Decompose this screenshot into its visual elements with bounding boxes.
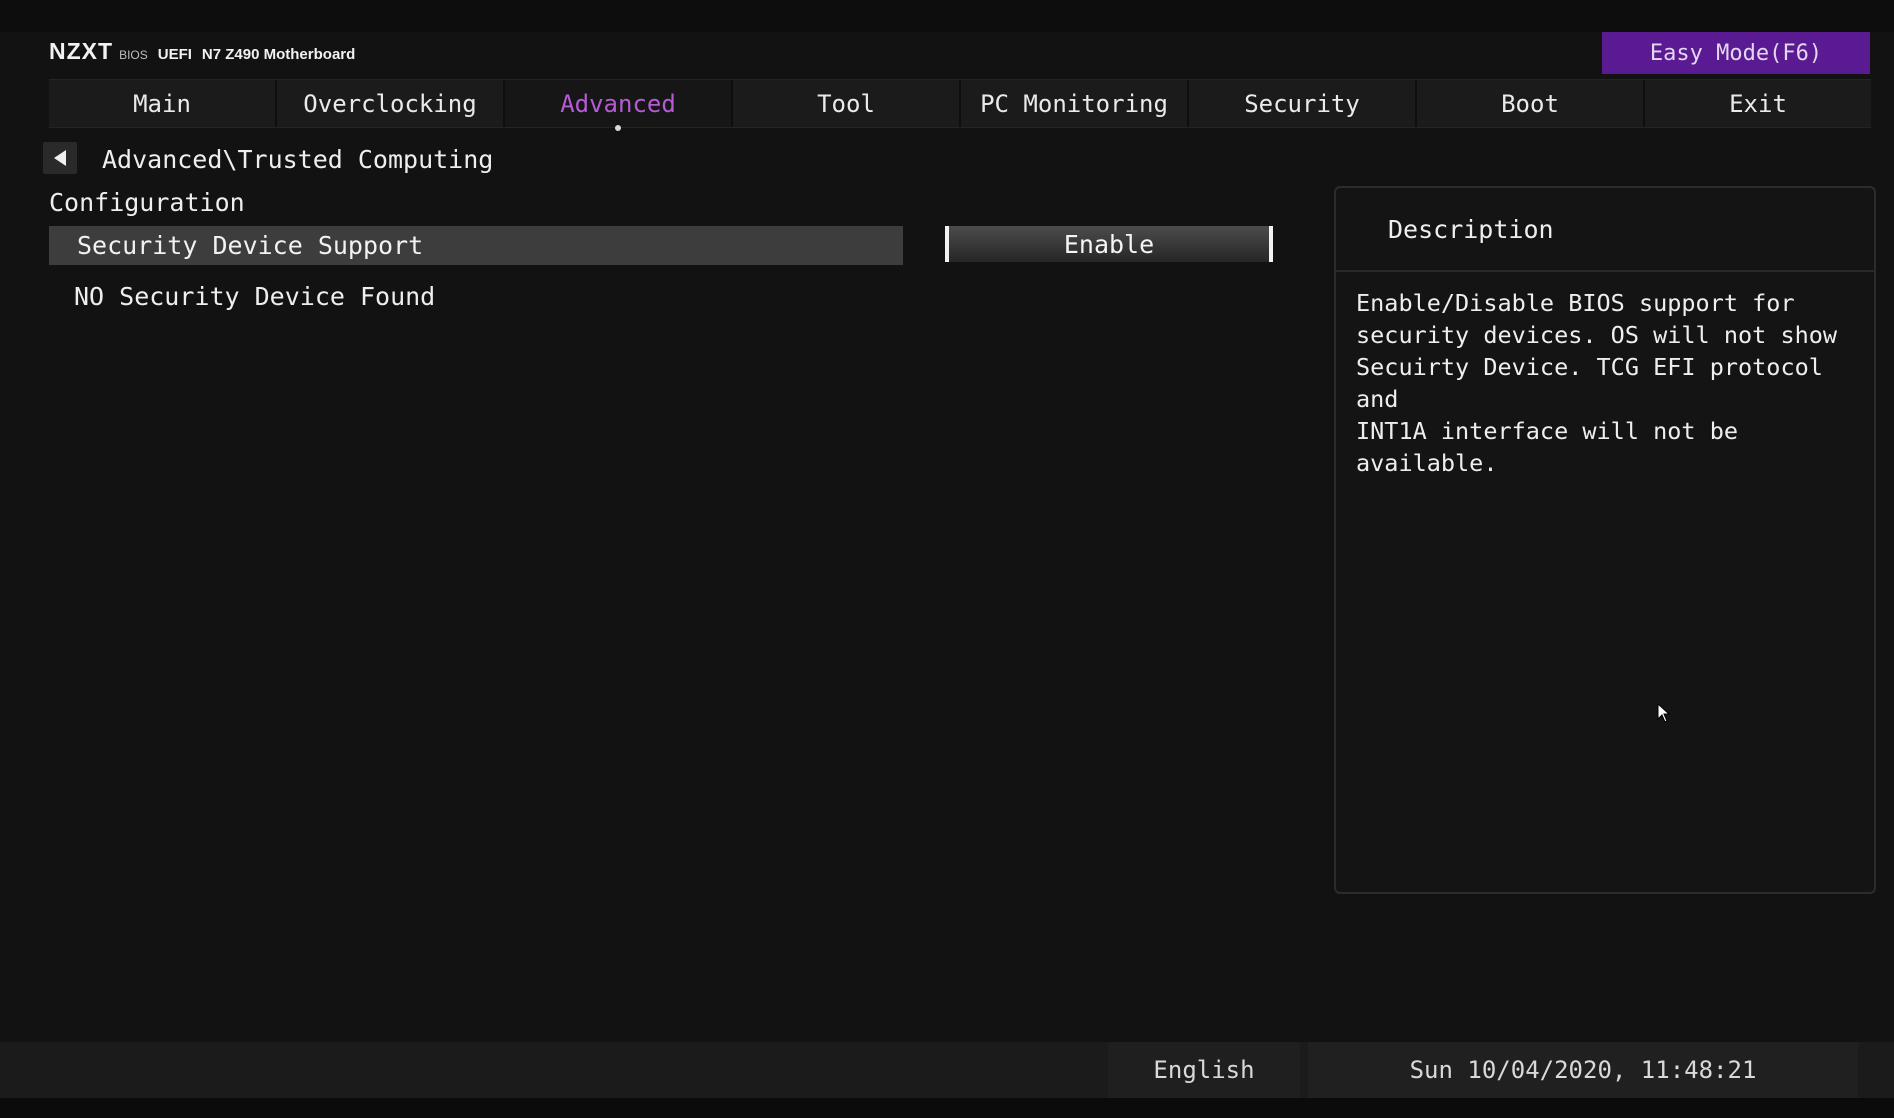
brand-uefi: UEFI [157,46,192,63]
bios-screen: NZXT BIOS UEFI N7 Z490 Motherboard Easy … [0,0,1894,1118]
info-line: NO Security Device Found [74,281,436,311]
description-body: Enable/Disable BIOS support for security… [1356,289,1838,477]
tab-label: Overclocking [303,89,477,118]
tab-label: Main [133,89,191,118]
language-selector[interactable]: English [1108,1042,1300,1098]
tab-label: PC Monitoring [980,89,1168,118]
setting-label: Security Device Support [77,231,424,260]
description-panel: Description Enable/Disable BIOS support … [1334,186,1876,894]
triangle-left-icon [53,149,67,167]
section-heading: Configuration [49,187,245,217]
tab-tool[interactable]: Tool [733,80,961,127]
datetime-display: Sun 10/04/2020, 11:48:21 [1308,1042,1858,1098]
tab-main[interactable]: Main [49,80,277,127]
description-title-bar: Description [1336,188,1874,272]
brand-model: N7 Z490 Motherboard [201,46,356,63]
tab-overclocking[interactable]: Overclocking [277,80,505,127]
breadcrumb: Advanced\Trusted Computing [102,144,494,174]
tab-pc-monitoring[interactable]: PC Monitoring [961,80,1189,127]
brand: NZXT BIOS UEFI N7 Z490 Motherboard [49,38,355,66]
setting-row-security-device-support[interactable]: Security Device Support [49,226,903,265]
easy-mode-button[interactable]: Easy Mode(F6) [1602,32,1870,74]
description-title: Description [1388,214,1554,244]
tab-label: Advanced [560,89,676,118]
mouse-pointer-icon [1657,702,1671,727]
active-tab-indicator [615,125,621,131]
brand-bios: BIOS [119,48,148,62]
tab-exit[interactable]: Exit [1645,80,1871,127]
top-band [0,0,1894,32]
tab-label: Boot [1501,89,1559,118]
brand-logo: NZXT [49,38,114,64]
tab-label: Tool [817,89,875,118]
tab-label: Exit [1729,89,1787,118]
tab-advanced[interactable]: Advanced [505,80,733,131]
tab-label: Security [1244,89,1360,118]
bottom-band [0,1098,1894,1118]
tab-security[interactable]: Security [1189,80,1417,127]
footer-bar: English Sun 10/04/2020, 11:48:21 [0,1042,1894,1098]
setting-value-dropdown[interactable]: Enable [945,226,1273,262]
main-tab-bar: Main Overclocking Advanced Tool PC Monitorin… [49,79,1871,131]
tab-boot[interactable]: Boot [1417,80,1645,127]
back-button[interactable] [43,142,77,174]
